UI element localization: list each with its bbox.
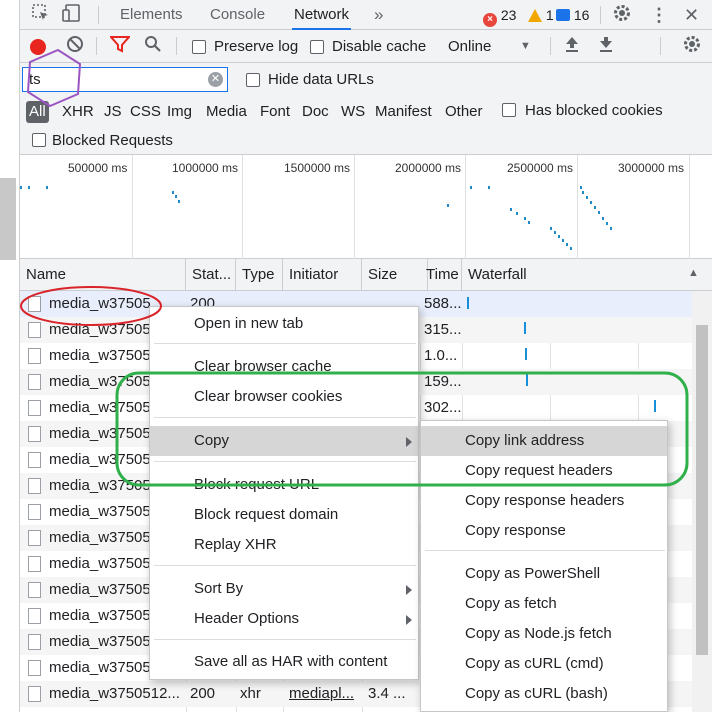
red-ellipse-annotation — [20, 286, 162, 326]
purple-hexagon-annotation — [26, 48, 82, 108]
green-rounded-rect-annotation — [115, 371, 689, 487]
annotation-overlay — [20, 48, 689, 487]
